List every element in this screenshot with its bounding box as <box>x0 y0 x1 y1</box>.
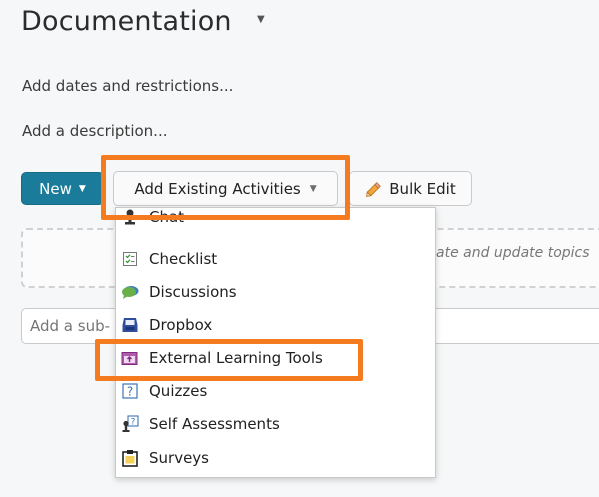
menu-item-self-assessments[interactable]: ? Self Assessments <box>116 407 435 440</box>
self-assessments-icon: ? <box>121 414 139 433</box>
bulk-edit-button[interactable]: Bulk Edit <box>349 171 472 206</box>
menu-item-external-learning-tools[interactable]: External Learning Tools <box>116 341 435 374</box>
menu-item-label: Discussions <box>149 282 237 301</box>
menu-item-chat[interactable]: Chat <box>116 207 435 233</box>
new-button[interactable]: New ▼ <box>21 172 104 205</box>
menu-item-label: Surveys <box>149 448 209 467</box>
menu-item-label: Chat <box>149 207 185 226</box>
add-description-link[interactable]: Add a description... <box>22 122 167 140</box>
add-existing-activities-button[interactable]: Add Existing Activities ▼ <box>113 171 338 206</box>
discussions-icon <box>121 283 139 301</box>
menu-item-label: Checklist <box>149 249 218 268</box>
menu-item-label: Dropbox <box>149 315 213 334</box>
bulk-edit-label: Bulk Edit <box>389 179 456 198</box>
external-learning-tools-icon <box>121 349 139 367</box>
svg-text:?: ? <box>131 417 136 427</box>
quizzes-icon: ? <box>121 382 139 400</box>
add-dates-link[interactable]: Add dates and restrictions... <box>22 77 233 95</box>
chevron-down-icon: ▼ <box>78 183 86 194</box>
menu-item-label: Quizzes <box>149 381 208 400</box>
dropbox-icon <box>121 316 139 334</box>
title-caret-icon[interactable]: ▼ <box>257 14 265 25</box>
checklist-icon <box>121 250 139 268</box>
page-title: Documentation <box>21 6 232 37</box>
dropzone-hint: ate and update topics <box>436 245 590 261</box>
pencil-icon <box>365 180 383 198</box>
menu-item-dropbox[interactable]: Dropbox <box>116 308 435 341</box>
chevron-down-icon: ▼ <box>309 183 317 194</box>
new-button-label: New <box>39 179 72 198</box>
menu-item-surveys[interactable]: Surveys <box>116 441 435 474</box>
menu-item-checklist[interactable]: Checklist <box>116 242 435 275</box>
svg-text:?: ? <box>127 384 133 398</box>
menu-item-quizzes[interactable]: ? Quizzes <box>116 374 435 407</box>
add-existing-activities-menu: Chat Checklist Discussions Dropbox Exter… <box>115 207 436 478</box>
menu-item-label: Self Assessments <box>149 414 280 433</box>
menu-item-label: External Learning Tools <box>149 348 323 367</box>
menu-item-discussions[interactable]: Discussions <box>116 275 435 308</box>
add-existing-activities-label: Add Existing Activities <box>134 179 301 198</box>
surveys-icon <box>121 449 139 467</box>
chat-icon <box>121 208 139 226</box>
